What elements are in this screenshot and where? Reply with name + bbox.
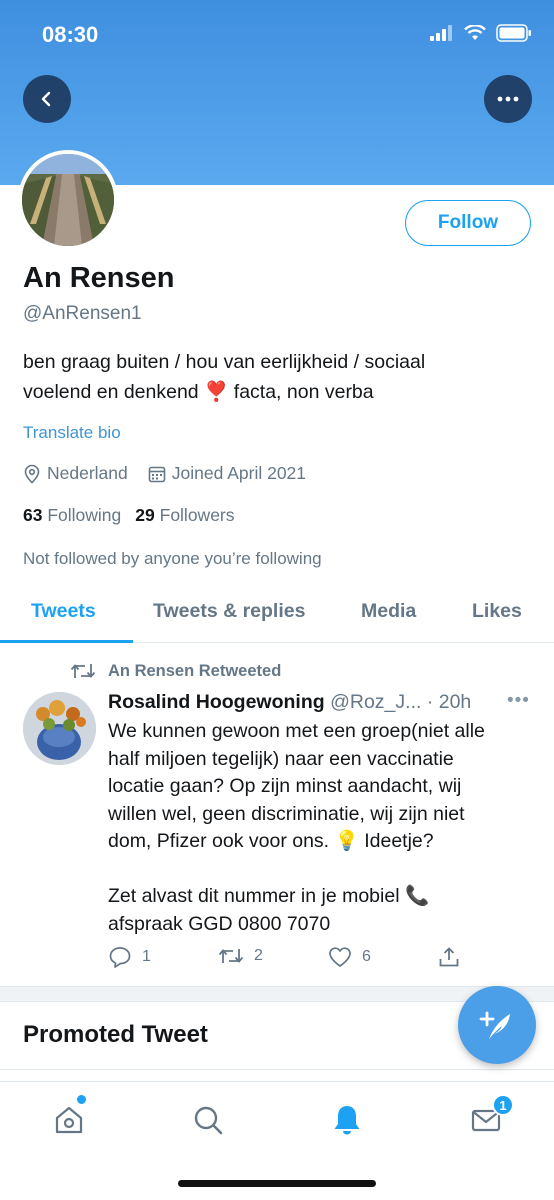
tweet-line-3: locatie gaan? Op zijn minst aandacht, wi… xyxy=(108,775,462,797)
battery-icon xyxy=(496,24,531,42)
compose-feather-icon xyxy=(479,1011,510,1039)
profile-handle: @AnRensen1 xyxy=(23,303,142,324)
signal-icon xyxy=(430,25,452,41)
tab-tweets[interactable]: Tweets xyxy=(31,600,96,623)
tweet-actions: 1 2 6 xyxy=(108,946,548,976)
profile-meta: Nederland Joined April 2021 xyxy=(23,463,306,484)
promoted-tweet-title: Promoted Tweet xyxy=(23,1021,208,1048)
bio-line-2: voelend en denkend ❣️ facta, non verba xyxy=(23,377,523,407)
tab-likes[interactable]: Likes xyxy=(472,600,522,623)
tweet-line-4: willen wel, geen discriminatie, wij zijn… xyxy=(108,802,465,825)
tab-search[interactable] xyxy=(186,1098,230,1142)
bell-icon xyxy=(334,1106,360,1135)
tweet-author-avatar[interactable] xyxy=(23,692,96,765)
status-icons xyxy=(430,24,532,42)
reply-button[interactable]: 1 xyxy=(108,946,151,968)
more-options-button[interactable] xyxy=(484,75,532,123)
follow-stats: 63 Following 29 Followers xyxy=(23,505,235,526)
bio-line-2-text: voelend en denkend xyxy=(23,381,199,403)
retweet-context: An Rensen Retweeted xyxy=(70,661,281,681)
following-count: 63 xyxy=(23,505,43,525)
tweet-line-2: half miljoen tegelijk) naar een vaccinat… xyxy=(108,747,454,770)
not-followed-text: Not followed by anyone you’re following xyxy=(23,549,322,568)
back-button[interactable] xyxy=(23,75,71,123)
tweet-author-handle[interactable]: @Roz_J... xyxy=(330,691,421,713)
bio-line-1: ben graag buiten / hou van eerlijkheid /… xyxy=(23,351,426,373)
tab-tweets-replies[interactable]: Tweets & replies xyxy=(153,600,305,623)
like-button[interactable]: 6 xyxy=(328,946,371,968)
follow-button[interactable]: Follow xyxy=(405,200,531,246)
retweet-icon xyxy=(70,664,96,678)
tweet-header: Rosalind Hoogewoning @Roz_J... · 20h xyxy=(108,691,548,714)
following-link[interactable]: 63 Following xyxy=(23,505,121,526)
home-indicator xyxy=(178,1180,376,1187)
bio-line-2-end: facta, non verba xyxy=(233,381,374,403)
active-tab-indicator xyxy=(0,640,133,643)
share-button[interactable] xyxy=(438,946,460,968)
bio-emoji: ❣️ xyxy=(204,381,229,403)
reply-count: 1 xyxy=(142,948,151,965)
retweet-action-icon xyxy=(218,949,244,963)
avatar-photo xyxy=(22,154,114,246)
retweet-count: 2 xyxy=(254,947,263,964)
tweet-more-icon[interactable]: ••• xyxy=(507,690,530,712)
home-icon xyxy=(55,1106,83,1134)
profile-joined: Joined April 2021 xyxy=(171,463,307,483)
share-icon xyxy=(439,947,459,967)
tweet-line-7: afspraak GGD 0800 7070 xyxy=(108,912,331,935)
search-icon xyxy=(194,1106,223,1135)
heart-icon xyxy=(329,947,351,967)
location-pin-icon xyxy=(24,464,40,484)
tweet-time: · 20h xyxy=(426,691,472,713)
tweet-author-name[interactable]: Rosalind Hoogewoning xyxy=(108,691,325,713)
compose-tweet-button[interactable] xyxy=(458,986,536,1064)
home-notification-dot xyxy=(77,1095,86,1104)
translate-bio-link[interactable]: Translate bio xyxy=(23,423,121,443)
tab-media[interactable]: Media xyxy=(361,600,416,623)
profile-location: Nederland xyxy=(47,463,128,483)
calendar-icon xyxy=(148,466,166,482)
profile-name: An Rensen xyxy=(23,262,175,294)
tab-home[interactable] xyxy=(47,1098,91,1142)
followers-label: Followers xyxy=(159,505,235,525)
tweet-text[interactable]: We kunnen gewoon met een groep(niet alle… xyxy=(108,718,538,938)
profile-avatar[interactable] xyxy=(18,150,118,250)
profile-tabs: Tweets Tweets & replies Media Likes xyxy=(0,588,554,643)
tweet-line-5: dom, Pfizer ook voor ons. 💡 Ideetje? xyxy=(108,830,434,852)
tweet-avatar-photo xyxy=(23,692,96,765)
tweet-line-1: We kunnen gewoon met een groep(niet alle xyxy=(108,720,485,742)
messages-badge: 1 xyxy=(492,1094,514,1116)
following-label: Following xyxy=(47,505,122,525)
profile-bio: ben graag buiten / hou van eerlijkheid /… xyxy=(23,347,523,407)
wifi-icon xyxy=(464,25,486,40)
chevron-left-icon xyxy=(41,91,51,107)
tab-notifications[interactable] xyxy=(325,1098,369,1142)
followers-count: 29 xyxy=(135,505,155,525)
promoted-divider xyxy=(0,1069,554,1070)
status-time: 08:30 xyxy=(42,22,99,47)
more-icon xyxy=(497,96,519,102)
like-count: 6 xyxy=(362,948,371,965)
retweet-button[interactable]: 2 xyxy=(218,946,263,966)
retweeted-by-label[interactable]: An Rensen Retweeted xyxy=(108,662,281,681)
tweet-line-6: Zet alvast dit nummer in je mobiel 📞 xyxy=(108,885,430,907)
followers-link[interactable]: 29 Followers xyxy=(135,505,234,526)
reply-icon xyxy=(109,947,131,968)
